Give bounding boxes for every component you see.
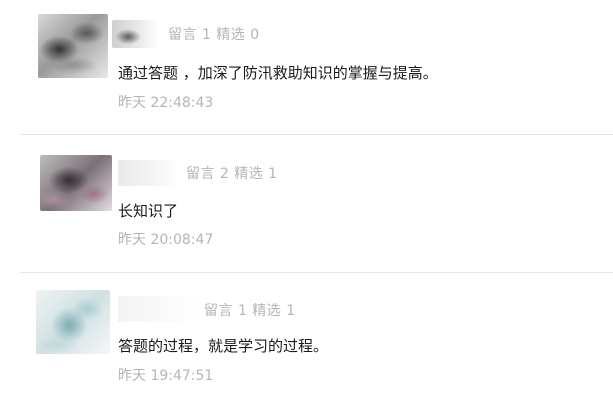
comment-text: 长知识了 xyxy=(118,202,179,220)
comment-text: 通过答题 ，加深了防汛救助知识的掌握与提高。 xyxy=(118,64,438,82)
nickname-image[interactable] xyxy=(118,296,198,322)
avatar[interactable] xyxy=(40,155,112,211)
nickname-image[interactable] xyxy=(112,20,158,48)
comment-stats: 留言 1 精选 0 xyxy=(168,27,260,43)
comment-text: 答题的过程，就是学习的过程。 xyxy=(118,337,329,355)
nickname-image[interactable] xyxy=(118,160,180,186)
avatar[interactable] xyxy=(36,290,110,354)
comment-stats: 留言 1 精选 1 xyxy=(204,303,296,319)
comment-timestamp: 昨天 19:47:51 xyxy=(118,368,214,384)
comment-timestamp: 昨天 20:08:47 xyxy=(118,232,214,248)
comment-stats: 留言 2 精选 1 xyxy=(186,166,278,182)
divider xyxy=(20,272,613,273)
avatar[interactable] xyxy=(38,14,108,78)
comment-timestamp: 昨天 22:48:43 xyxy=(118,95,214,111)
divider xyxy=(20,134,613,135)
